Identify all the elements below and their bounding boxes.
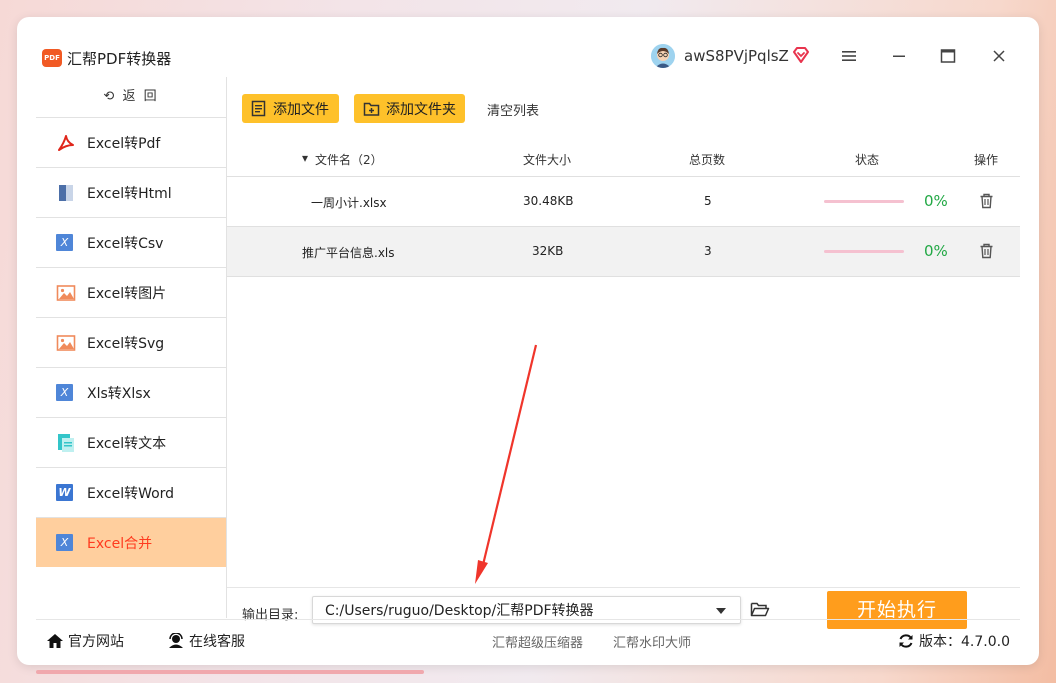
app-window: PDF 汇帮PDF转换器 awS8PVjPqlsZ ⟲ 返 回 Excel转Pd… bbox=[17, 17, 1039, 665]
sidebar-item-label: Excel合并 bbox=[87, 535, 153, 552]
delete-icon[interactable] bbox=[979, 243, 994, 259]
add-folder-button[interactable]: 添加文件夹 bbox=[354, 94, 465, 123]
minimize-icon[interactable] bbox=[890, 48, 908, 64]
progress-percent: 0% bbox=[924, 242, 948, 260]
refresh-icon bbox=[899, 634, 913, 648]
page-count: 5 bbox=[704, 194, 712, 208]
image-icon bbox=[56, 333, 76, 353]
sort-caret-icon[interactable]: ▾ bbox=[302, 151, 308, 165]
output-divider bbox=[227, 587, 1020, 588]
folder-open-icon[interactable] bbox=[750, 601, 770, 618]
add-file-label: 添加文件 bbox=[273, 101, 329, 118]
delete-icon[interactable] bbox=[979, 193, 994, 209]
file-table-header: ▾ 文件名（2） 文件大小 总页数 状态 操作 bbox=[227, 139, 1020, 177]
sidebar-item-label: Excel转Pdf bbox=[87, 135, 161, 152]
app-logo-icon: PDF bbox=[42, 49, 62, 67]
file-size: 30.48KB bbox=[523, 194, 574, 208]
sidebar-item-label: Excel转Html bbox=[87, 185, 172, 202]
sidebar-item-excel-to-word[interactable]: W Excel转Word bbox=[36, 468, 226, 518]
table-row[interactable]: 推广平台信息.xls 32KB 3 0% bbox=[227, 227, 1020, 277]
excel-x-icon: X bbox=[56, 533, 76, 553]
sidebar-item-label: Excel转Svg bbox=[87, 335, 165, 352]
progress-bar bbox=[824, 200, 904, 203]
maximize-icon[interactable] bbox=[939, 48, 957, 64]
back-label: 返 回 bbox=[122, 89, 159, 104]
text-doc-icon bbox=[56, 433, 76, 453]
sidebar-item-excel-to-svg[interactable]: Excel转Svg bbox=[36, 318, 226, 368]
title-bar: PDF 汇帮PDF转换器 awS8PVjPqlsZ bbox=[17, 17, 1039, 77]
back-arrow-icon: ⟲ bbox=[103, 89, 117, 104]
progress-percent: 0% bbox=[924, 192, 948, 210]
excel-x-icon: X bbox=[56, 383, 76, 403]
column-header-size: 文件大小 bbox=[523, 153, 572, 167]
add-file-button[interactable]: 添加文件 bbox=[242, 94, 339, 123]
add-file-icon bbox=[251, 100, 266, 117]
main-panel: 添加文件 添加文件夹 清空列表 ▾ 文件名（2） 文件大小 总页数 状态 操作 … bbox=[227, 77, 1020, 629]
excel-x-icon: X bbox=[56, 233, 76, 253]
add-folder-icon bbox=[363, 102, 380, 116]
output-dir-value: C:/Users/ruguo/Desktop/汇帮PDF转换器 bbox=[325, 603, 594, 619]
app-title: 汇帮PDF转换器 bbox=[67, 50, 172, 68]
column-header-status: 状态 bbox=[855, 153, 880, 167]
chevron-down-icon bbox=[716, 608, 726, 614]
sidebar-item-excel-to-text[interactable]: Excel转文本 bbox=[36, 418, 226, 468]
home-icon bbox=[47, 634, 63, 648]
sidebar-item-xls-to-xlsx[interactable]: X Xls转Xlsx bbox=[36, 368, 226, 418]
vip-diamond-icon[interactable] bbox=[792, 47, 810, 63]
image-icon bbox=[56, 283, 76, 303]
file-name: 推广平台信息.xls bbox=[302, 246, 395, 260]
table-row[interactable]: 一周小计.xlsx 30.48KB 5 0% bbox=[227, 177, 1020, 227]
sidebar: ⟲ 返 回 Excel转Pdf Excel转Html X Excel转Csv E… bbox=[36, 77, 227, 618]
sidebar-item-excel-merge[interactable]: X Excel合并 bbox=[36, 518, 226, 567]
sidebar-item-excel-to-html[interactable]: Excel转Html bbox=[36, 168, 226, 218]
page-count: 3 bbox=[704, 244, 712, 258]
horizontal-scrollbar[interactable] bbox=[36, 670, 424, 674]
column-header-action: 操作 bbox=[974, 153, 999, 167]
back-button[interactable]: ⟲ 返 回 bbox=[36, 77, 226, 118]
headset-icon bbox=[169, 633, 183, 648]
sidebar-item-label: Xls转Xlsx bbox=[87, 385, 151, 402]
clear-list-button[interactable]: 清空列表 bbox=[487, 100, 539, 119]
add-folder-label: 添加文件夹 bbox=[386, 101, 456, 118]
sidebar-item-label: Excel转Csv bbox=[87, 235, 164, 252]
online-support-link[interactable]: 在线客服 bbox=[167, 631, 245, 651]
username[interactable]: awS8PVjPqlsZ bbox=[684, 47, 789, 65]
file-name: 一周小计.xlsx bbox=[311, 196, 387, 210]
sidebar-item-excel-to-pdf[interactable]: Excel转Pdf bbox=[36, 118, 226, 168]
pdf-icon bbox=[56, 133, 76, 153]
word-icon: W bbox=[56, 483, 76, 503]
progress-bar bbox=[824, 250, 904, 253]
html-icon bbox=[56, 183, 76, 203]
close-icon[interactable] bbox=[990, 48, 1008, 64]
file-size: 32KB bbox=[532, 244, 564, 258]
sidebar-item-excel-to-csv[interactable]: X Excel转Csv bbox=[36, 218, 226, 268]
user-avatar[interactable] bbox=[651, 44, 675, 68]
sidebar-item-label: Excel转Word bbox=[87, 485, 175, 502]
version-info[interactable]: 版本：4.7.0.0 bbox=[897, 631, 1010, 651]
sidebar-item-label: Excel转文本 bbox=[87, 435, 167, 452]
footer-link-watermark[interactable]: 汇帮水印大师 bbox=[613, 632, 691, 651]
sidebar-item-label: Excel转图片 bbox=[87, 285, 167, 302]
official-website-link[interactable]: 官方网站 bbox=[46, 631, 124, 651]
column-header-pages: 总页数 bbox=[689, 153, 726, 167]
footer: 官方网站 在线客服 汇帮超级压缩器 汇帮水印大师 版本：4.7.0.0 bbox=[36, 619, 1020, 660]
footer-link-compressor[interactable]: 汇帮超级压缩器 bbox=[492, 632, 583, 651]
sidebar-item-excel-to-image[interactable]: Excel转图片 bbox=[36, 268, 226, 318]
menu-icon[interactable] bbox=[840, 48, 858, 64]
column-header-name[interactable]: 文件名（2） bbox=[315, 151, 383, 168]
